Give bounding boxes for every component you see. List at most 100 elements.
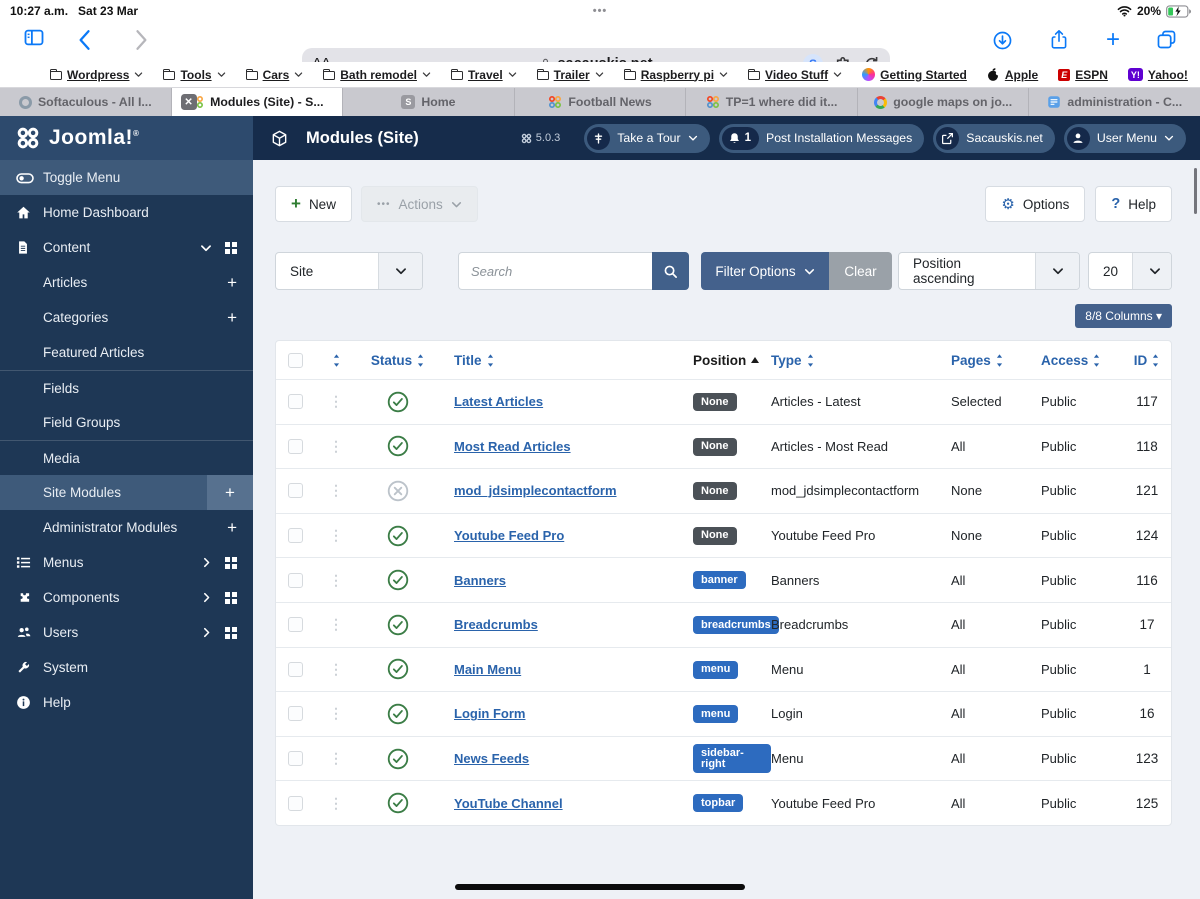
close-tab-icon[interactable]: ✕ [180, 94, 197, 110]
sidebar-item-home-dashboard[interactable]: Home Dashboard [0, 195, 253, 230]
new-button[interactable]: + New [275, 186, 352, 222]
drag-handle[interactable]: ⋮ [314, 438, 358, 455]
drag-handle[interactable]: ⋮ [314, 661, 358, 678]
bookmark-folder[interactable]: Video Stuff [748, 68, 842, 82]
module-title-link[interactable]: Youtube Feed Pro [454, 528, 564, 543]
search-input[interactable] [458, 252, 652, 290]
drag-handle[interactable]: ⋮ [314, 572, 358, 589]
module-title-link[interactable]: Main Menu [454, 662, 521, 677]
module-title-link[interactable]: News Feeds [454, 751, 529, 766]
sidebar-item-toggle-menu[interactable]: Toggle Menu [0, 160, 253, 195]
bookmark-folder[interactable]: Travel [450, 68, 517, 82]
forward-icon[interactable] [134, 29, 148, 51]
list-limit-select[interactable]: 20 [1088, 252, 1172, 290]
status-published-icon[interactable] [358, 525, 438, 547]
row-checkbox[interactable] [287, 528, 303, 544]
columns-button[interactable]: 8/8 Columns ▾ [1075, 304, 1172, 328]
access-header[interactable]: Access [1041, 353, 1129, 368]
position-badge[interactable]: sidebar-right [693, 744, 771, 774]
row-checkbox[interactable] [287, 617, 303, 633]
status-unpublished-icon[interactable] [358, 480, 438, 502]
position-badge[interactable]: topbar [693, 794, 744, 813]
browser-tab[interactable]: TP=1 where did it... [686, 88, 858, 116]
status-published-icon[interactable] [358, 391, 438, 413]
dashboard-grid-icon[interactable] [225, 241, 237, 254]
row-checkbox[interactable] [287, 483, 303, 499]
row-checkbox[interactable] [287, 572, 303, 588]
status-published-icon[interactable] [358, 748, 438, 770]
new-tab-icon[interactable]: + [1106, 28, 1120, 52]
position-badge[interactable]: menu [693, 705, 739, 724]
help-button[interactable]: ? Help [1095, 186, 1172, 222]
bookmark-folder[interactable]: Trailer [536, 68, 604, 82]
module-title-link[interactable]: Latest Articles [454, 394, 543, 409]
bookmark-folder[interactable]: Raspberry pi [623, 68, 728, 82]
drag-handle[interactable]: ⋮ [314, 393, 358, 410]
joomla-logo[interactable]: Joomla!® [0, 116, 253, 160]
position-badge[interactable]: breadcrumbs [693, 616, 779, 635]
sidebar-item-featured-articles[interactable]: Featured Articles [0, 335, 253, 370]
client-select[interactable]: Site [275, 252, 423, 290]
row-checkbox[interactable] [287, 751, 303, 767]
browser-tab[interactable]: google maps on jo... [858, 88, 1030, 116]
home-indicator[interactable] [455, 884, 745, 890]
status-published-icon[interactable] [358, 569, 438, 591]
bookmark-folder[interactable]: Bath remodel [323, 68, 431, 82]
bookmark-link[interactable]: Y! Yahoo! [1127, 68, 1188, 82]
sidebar-toggle-icon[interactable] [24, 29, 44, 46]
title-header[interactable]: Title [438, 353, 693, 368]
dashboard-grid-icon[interactable] [225, 591, 237, 604]
actions-button[interactable]: ••• Actions [360, 186, 478, 222]
bookmark-link[interactable]: Getting Started [862, 68, 967, 82]
browser-tab[interactable]: administration - C... [1029, 88, 1200, 116]
downloads-icon[interactable] [993, 31, 1012, 50]
status-published-icon[interactable] [358, 614, 438, 636]
sidebar-item-administrator-modules[interactable]: Administrator Modules + [0, 510, 253, 545]
bookmark-folder[interactable]: Cars [245, 68, 304, 82]
search-button[interactable] [652, 252, 689, 290]
take-a-tour-button[interactable]: Take a Tour [584, 123, 710, 153]
sort-select[interactable]: Position ascending [898, 252, 1080, 290]
bookmark-link[interactable]: E ESPN [1058, 68, 1108, 82]
user-menu-button[interactable]: User Menu [1063, 123, 1186, 153]
add-icon[interactable]: + [227, 518, 237, 538]
drag-handle[interactable]: ⋮ [314, 750, 358, 767]
sidebar-item-site-modules[interactable]: Site Modules + [0, 475, 253, 510]
sidebar-item-system[interactable]: System [0, 650, 253, 685]
dashboard-grid-icon[interactable] [225, 626, 237, 639]
dashboard-grid-icon[interactable] [225, 556, 237, 569]
row-checkbox[interactable] [287, 706, 303, 722]
type-header[interactable]: Type [771, 353, 951, 368]
position-badge[interactable]: None [693, 482, 737, 501]
row-checkbox[interactable] [287, 394, 303, 410]
clear-button[interactable]: Clear [829, 252, 892, 290]
drag-handle[interactable]: ⋮ [314, 705, 358, 722]
row-checkbox[interactable] [287, 661, 303, 677]
position-header[interactable]: Position [693, 353, 771, 368]
module-title-link[interactable]: Breadcrumbs [454, 617, 538, 632]
sidebar-item-users[interactable]: Users [0, 615, 253, 650]
module-title-link[interactable]: Login Form [454, 706, 526, 721]
back-icon[interactable] [78, 29, 92, 51]
share-icon[interactable] [1050, 29, 1068, 50]
position-badge[interactable]: menu [693, 660, 739, 679]
module-title-link[interactable]: YouTube Channel [454, 796, 563, 811]
position-badge[interactable]: None [693, 526, 737, 545]
tab-overview-icon[interactable] [1157, 30, 1176, 49]
bookmark-link[interactable]: Apple [987, 67, 1038, 82]
module-title-link[interactable]: Banners [454, 573, 506, 588]
status-published-icon[interactable] [358, 703, 438, 725]
sidebar-item-media[interactable]: Media [0, 440, 253, 475]
add-icon[interactable]: + [227, 308, 237, 328]
status-header[interactable]: Status [358, 353, 438, 368]
options-button[interactable]: ⚙ Options [985, 186, 1086, 222]
sidebar-item-fields[interactable]: Fields [0, 370, 253, 405]
multitask-handle[interactable]: ••• [0, 5, 1200, 17]
sidebar-item-components[interactable]: Components [0, 580, 253, 615]
status-published-icon[interactable] [358, 435, 438, 457]
add-icon[interactable]: + [227, 273, 237, 293]
status-published-icon[interactable] [358, 792, 438, 814]
ordering-sort-header[interactable] [314, 353, 358, 368]
post-installation-messages-button[interactable]: 1 Post Installation Messages [718, 123, 925, 153]
sidebar-item-help[interactable]: Help [0, 685, 253, 720]
